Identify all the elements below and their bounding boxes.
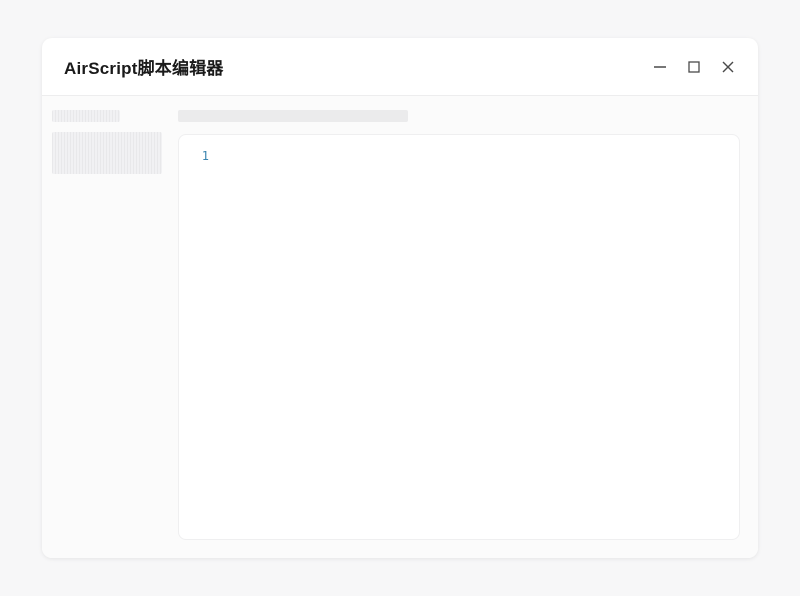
window-body: 1 [42,96,758,558]
main-panel: 1 [174,96,758,558]
line-number: 1 [179,149,209,163]
editor-window: AirScript脚本编辑器 [42,38,758,558]
sidebar [42,96,174,558]
maximize-button[interactable] [686,59,702,75]
code-area[interactable] [221,149,739,525]
toolbar-placeholder [178,110,408,122]
maximize-icon [688,61,700,73]
window-controls [652,59,736,75]
minimize-icon [653,60,667,74]
code-editor[interactable]: 1 [178,134,740,540]
sidebar-placeholder-block [52,132,162,174]
sidebar-placeholder-heading [52,110,120,122]
close-icon [721,60,735,74]
titlebar: AirScript脚本编辑器 [42,38,758,96]
window-title: AirScript脚本编辑器 [64,54,224,79]
minimize-button[interactable] [652,59,668,75]
line-gutter: 1 [179,149,221,525]
close-button[interactable] [720,59,736,75]
